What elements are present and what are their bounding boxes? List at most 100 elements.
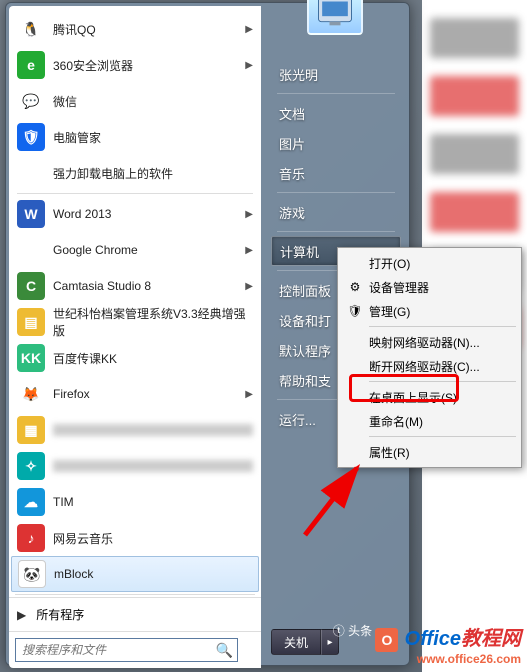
recent-programs-list: 🐧 腾讯QQ ▶e 360安全浏览器 ▶💬 微信 🛡 电脑管家 ✿ 强力卸载电脑… xyxy=(9,6,261,592)
program-label: 强力卸载电脑上的软件 xyxy=(53,165,253,182)
ff-icon: 🦊 xyxy=(17,380,45,408)
right-item-label: 音乐 xyxy=(279,164,305,183)
all-programs-button[interactable]: ▶ 所有程序 xyxy=(9,597,261,631)
context-menu-item[interactable]: ⚙设备管理器 xyxy=(341,275,518,299)
program-item[interactable]: e 360安全浏览器 ▶ xyxy=(11,47,259,83)
context-menu-item[interactable]: 打开(O) xyxy=(341,251,518,275)
separator xyxy=(277,231,395,232)
context-menu-item[interactable]: 属性(R) xyxy=(341,440,518,464)
kk-icon: KK xyxy=(17,344,45,372)
start-menu-left: 🐧 腾讯QQ ▶e 360安全浏览器 ▶💬 微信 🛡 电脑管家 ✿ 强力卸载电脑… xyxy=(9,6,261,668)
program-item[interactable]: C Camtasia Studio 8 ▶ xyxy=(11,268,259,304)
program-label: mBlock xyxy=(54,567,252,581)
360-icon: e xyxy=(17,51,45,79)
right-item-label: 默认程序 xyxy=(279,341,331,360)
program-label: TIM xyxy=(53,495,253,509)
chevron-right-icon: ▶ xyxy=(245,389,253,400)
chevron-right-icon: ▶ xyxy=(245,281,253,292)
context-menu-label: 在桌面上显示(S) xyxy=(369,389,457,406)
chevron-right-icon: ▶ xyxy=(245,209,253,220)
context-menu: 打开(O) ⚙设备管理器 🛡 管理(G) 映射网络驱动器(N)... 断开网络驱动器(C)… xyxy=(337,247,522,468)
shield-icon: 🛡 xyxy=(347,303,363,319)
watermark-brand: Office教程网 xyxy=(405,628,521,650)
chevron-right-icon: ▶ xyxy=(245,24,253,35)
x2-icon: ✧ xyxy=(17,452,45,480)
context-menu-item[interactable]: 映射网络驱动器(N)... xyxy=(341,330,518,354)
right-item-label: 图片 xyxy=(279,134,305,153)
program-item[interactable]: W Word 2013 ▶ xyxy=(11,196,259,232)
program-label: 360安全浏览器 xyxy=(53,57,245,74)
program-item[interactable]: ✿ 强力卸载电脑上的软件 xyxy=(11,155,259,191)
program-item[interactable]: ◎ Google Chrome ▶ xyxy=(11,232,259,268)
program-item[interactable]: ✧ xyxy=(11,448,259,484)
search-input[interactable] xyxy=(15,638,238,662)
user-name-link[interactable]: 张光明 xyxy=(271,59,401,89)
context-menu-label: 属性(R) xyxy=(369,444,410,461)
program-label: 百度传课KK xyxy=(53,350,253,367)
right-item-label: 游戏 xyxy=(279,203,305,222)
separator xyxy=(369,436,516,437)
separator xyxy=(15,594,255,595)
program-label: 网易云音乐 xyxy=(53,530,253,547)
context-menu-label: 映射网络驱动器(N)... xyxy=(369,334,480,351)
program-label: 微信 xyxy=(53,93,253,110)
right-item-label: 文档 xyxy=(279,104,305,123)
program-item[interactable]: ▤ 世纪科怡档案管理系统V3.3经典增强版 xyxy=(11,304,259,340)
gj-icon: 🛡 xyxy=(17,123,45,151)
program-label: 腾讯QQ xyxy=(53,21,245,38)
right-item-label: 运行... xyxy=(279,410,316,429)
separator xyxy=(277,93,395,94)
search-icon: 🔍 xyxy=(216,642,233,659)
program-item[interactable]: 💬 微信 xyxy=(11,83,259,119)
watermark: ⓣ 头条 O Office教程网 www.office26.com xyxy=(333,622,521,666)
wd-icon: W xyxy=(17,200,45,228)
context-menu-item[interactable]: 断开网络驱动器(C)... xyxy=(341,354,518,378)
ch-icon: ◎ xyxy=(17,236,45,264)
program-label xyxy=(53,424,253,436)
program-label: Camtasia Studio 8 xyxy=(53,279,245,293)
program-item[interactable]: ☁ TIM xyxy=(11,484,259,520)
program-label: 电脑管家 xyxy=(53,129,253,146)
search-row: 🔍 xyxy=(9,631,261,668)
qq-icon: 🐧 xyxy=(17,15,45,43)
program-item[interactable]: KK 百度传课KK xyxy=(11,340,259,376)
program-item[interactable]: 🦊 Firefox ▶ xyxy=(11,376,259,412)
shutdown-button[interactable]: 关机 xyxy=(271,629,321,655)
right-item-label: 计算机 xyxy=(280,242,319,261)
mb-icon: 🐼 xyxy=(18,560,46,588)
context-menu-label: 管理(G) xyxy=(369,303,410,320)
separator xyxy=(369,326,516,327)
program-label: Google Chrome xyxy=(53,243,245,257)
all-programs-label: 所有程序 xyxy=(36,606,84,623)
wx-icon: 💬 xyxy=(17,87,45,115)
context-menu-item[interactable]: 在桌面上显示(S) xyxy=(341,385,518,409)
program-item[interactable]: ♪ 网易云音乐 xyxy=(11,520,259,556)
right-menu-item[interactable]: 音乐▶ xyxy=(271,158,401,188)
right-item-label: 设备和打 xyxy=(279,311,331,330)
program-label xyxy=(53,460,253,472)
context-menu-item[interactable]: 🛡 管理(G) xyxy=(341,299,518,323)
wy-icon: ♪ xyxy=(17,524,45,552)
program-item[interactable]: 🐼 mBlock xyxy=(11,556,259,592)
separator xyxy=(277,192,395,193)
program-label: 世纪科怡档案管理系统V3.3经典增强版 xyxy=(53,305,253,339)
watermark-logo-icon: O xyxy=(375,628,398,652)
program-item[interactable]: 🛡 电脑管家 xyxy=(11,119,259,155)
context-menu-label: 断开网络驱动器(C)... xyxy=(369,358,480,375)
user-avatar[interactable] xyxy=(307,0,363,35)
sj-icon: ▤ xyxy=(17,308,45,336)
separator xyxy=(369,381,516,382)
program-item[interactable]: 🐧 腾讯QQ ▶ xyxy=(11,11,259,47)
right-menu-item[interactable]: 游戏▶ xyxy=(271,197,401,227)
right-menu-item[interactable]: 图片▶ xyxy=(271,128,401,158)
program-item[interactable]: ▦ xyxy=(11,412,259,448)
separator xyxy=(17,193,253,194)
watermark-tt: ⓣ 头条 xyxy=(333,622,372,639)
program-label: Firefox xyxy=(53,387,245,401)
tim-icon: ☁ xyxy=(17,488,45,516)
right-menu-item[interactable]: 文档▶ xyxy=(271,98,401,128)
context-menu-label: 重命名(M) xyxy=(369,413,423,430)
context-menu-item[interactable]: 重命名(M) xyxy=(341,409,518,433)
right-item-label: 控制面板 xyxy=(279,281,331,300)
context-menu-label: 打开(O) xyxy=(369,255,410,272)
